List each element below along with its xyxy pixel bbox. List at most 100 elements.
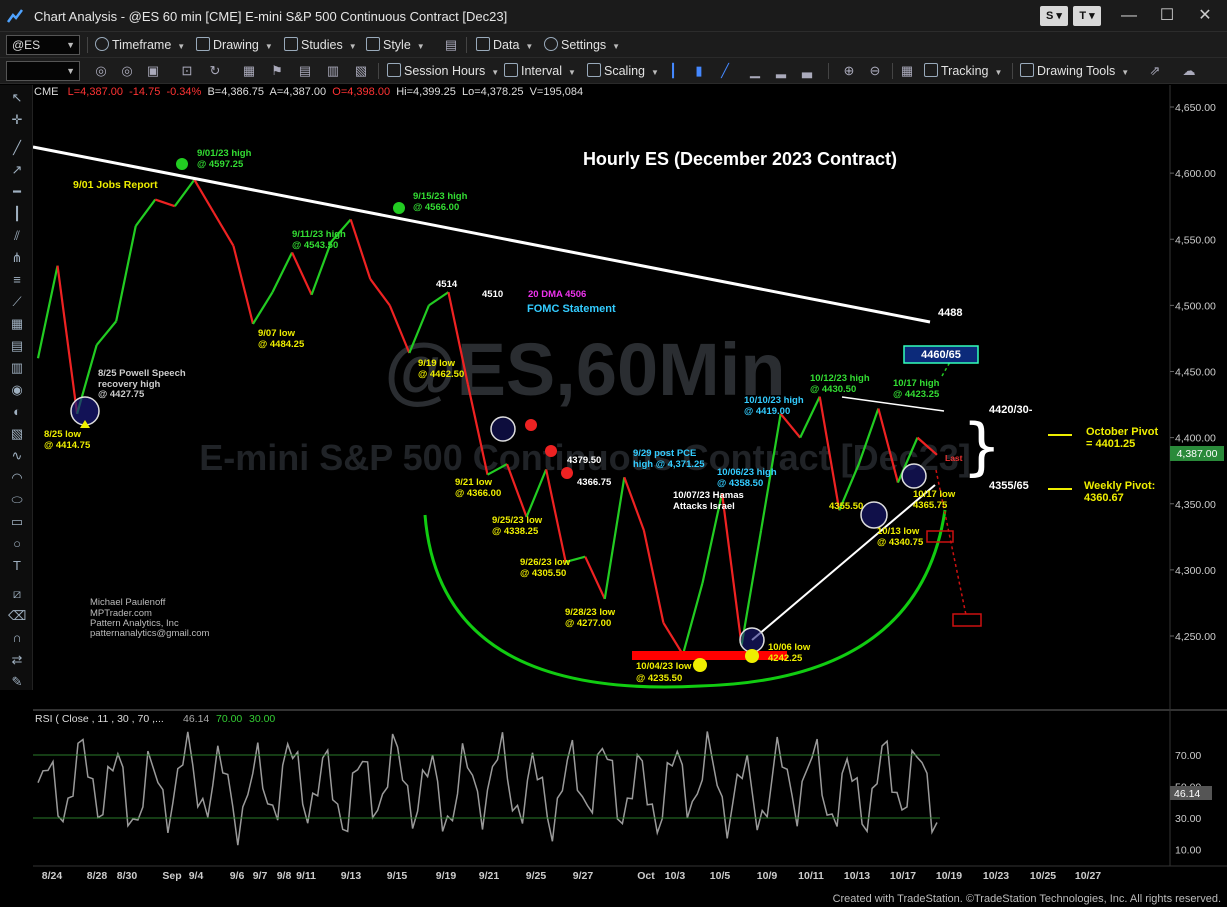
alert-icon[interactable]: ⚑ bbox=[268, 62, 286, 80]
interval-menu[interactable]: Interval ▼ bbox=[504, 62, 576, 80]
vertical-line-icon[interactable]: ┃ bbox=[8, 205, 26, 223]
settings-menu[interactable]: Settings ▼ bbox=[544, 36, 620, 54]
volume-icon[interactable]: ▁ bbox=[746, 62, 764, 80]
drawing-menu[interactable]: Drawing ▼ bbox=[196, 36, 273, 54]
fibonacci-icon[interactable]: ≡ bbox=[8, 271, 26, 289]
arc-icon[interactable]: ◠ bbox=[8, 469, 26, 487]
rectangle-icon[interactable]: ▭ bbox=[8, 513, 26, 531]
settings-label: Settings bbox=[561, 38, 607, 52]
chat-icon[interactable]: ☁ bbox=[1180, 62, 1198, 80]
red-arrow-icon[interactable] bbox=[561, 467, 573, 479]
speed-lines-icon[interactable]: ⟋ bbox=[8, 293, 26, 311]
symbol-input[interactable]: @ES ▼ bbox=[6, 35, 80, 55]
maximize-button[interactable]: ☐ bbox=[1147, 4, 1187, 28]
t-button[interactable]: T ▾ bbox=[1073, 6, 1101, 26]
cycle-icon[interactable]: ∿ bbox=[8, 447, 26, 465]
low-zone-bar[interactable] bbox=[632, 651, 787, 660]
close-button[interactable]: ✕ bbox=[1185, 4, 1225, 28]
grid-icon[interactable]: ▦ bbox=[898, 62, 916, 80]
marker-circle-921[interactable] bbox=[490, 416, 516, 442]
brush-icon[interactable]: ✎ bbox=[8, 673, 26, 691]
rsi-pane[interactable] bbox=[33, 712, 1170, 864]
circle-icon[interactable]: ◎ bbox=[118, 62, 136, 80]
note-1012high-2: @ 4430.50 bbox=[810, 384, 856, 395]
note-1013low-2: @ 4340.75 bbox=[877, 537, 924, 548]
note-1006low-2: 4242.25 bbox=[768, 653, 803, 664]
note-915high-1: 9/15/23 high bbox=[413, 191, 468, 202]
minimize-button[interactable]: — bbox=[1109, 4, 1149, 28]
pencil-icon bbox=[196, 37, 210, 51]
layout-icon[interactable]: ▤ bbox=[442, 36, 460, 54]
date-tick-label: 9/6 bbox=[230, 870, 245, 882]
text-icon[interactable]: T bbox=[8, 557, 26, 575]
fib-extension-icon[interactable]: ▤ bbox=[8, 337, 26, 355]
drawing-tools-menu[interactable]: Drawing Tools ▼ bbox=[1020, 62, 1129, 80]
data-menu[interactable]: Data ▼ bbox=[476, 36, 533, 54]
note-4510: 4510 bbox=[482, 289, 503, 300]
yellow-arrow-icon[interactable] bbox=[693, 658, 707, 672]
timeframe-menu[interactable]: Timeframe ▼ bbox=[95, 36, 185, 54]
red-arrow-icon[interactable] bbox=[525, 419, 537, 431]
andrews-icon[interactable]: ◉ bbox=[8, 381, 26, 399]
crosshair-icon[interactable]: ✛ bbox=[8, 111, 26, 129]
ray-icon[interactable]: ↗ bbox=[8, 161, 26, 179]
eraser-icon[interactable]: ⌫ bbox=[8, 607, 26, 625]
target-label: 4460/65 bbox=[921, 349, 961, 361]
tracking-menu[interactable]: Tracking ▼ bbox=[924, 62, 1002, 80]
gann-icon[interactable]: ▦ bbox=[8, 315, 26, 333]
scaling-icon bbox=[587, 63, 601, 77]
analysis-icon[interactable]: ▧ bbox=[352, 62, 370, 80]
regression-icon[interactable]: ▧ bbox=[8, 425, 26, 443]
pitchfork-icon[interactable]: ⋔ bbox=[8, 249, 26, 267]
chart-canvas[interactable]: @ES,60Min E-mini S&P 500 Continuous Cont… bbox=[0, 0, 1227, 907]
share-icon[interactable]: ⇗ bbox=[1146, 62, 1164, 80]
profile-icon[interactable]: ▃ bbox=[798, 62, 816, 80]
line-style-icon[interactable]: ╱ bbox=[716, 62, 734, 80]
magnet-icon[interactable]: ∩ bbox=[8, 629, 26, 647]
ellipse-icon[interactable]: ⬭ bbox=[8, 491, 26, 509]
arrows-icon[interactable]: ⇄ bbox=[8, 651, 26, 669]
news-icon[interactable]: ▦ bbox=[240, 62, 258, 80]
zoom-out-icon[interactable]: ⊖ bbox=[866, 62, 884, 80]
style-menu[interactable]: Style ▼ bbox=[366, 36, 425, 54]
note-928low-1: 9/28/23 low bbox=[565, 607, 616, 618]
scaling-menu[interactable]: Scaling ▼ bbox=[587, 62, 659, 80]
workspace-select[interactable]: ▼ bbox=[6, 61, 80, 81]
studies-menu[interactable]: Studies ▼ bbox=[284, 36, 357, 54]
trendline-icon[interactable]: ╱ bbox=[8, 139, 26, 157]
histogram-icon[interactable]: ▂ bbox=[772, 62, 790, 80]
yellow-arrow-icon[interactable] bbox=[745, 649, 759, 663]
studies-label: Studies bbox=[301, 38, 343, 52]
circle-icon[interactable]: ○ bbox=[8, 535, 26, 553]
pointer-icon[interactable]: ↖ bbox=[8, 89, 26, 107]
refresh-icon[interactable]: ↻ bbox=[206, 62, 224, 80]
s-button[interactable]: S ▾ bbox=[1040, 6, 1068, 26]
horizontal-line-icon[interactable]: ━ bbox=[8, 183, 26, 201]
date-tick-label: 10/9 bbox=[757, 870, 778, 882]
matrix-icon[interactable]: ▥ bbox=[324, 62, 342, 80]
order-icon[interactable]: ▤ bbox=[296, 62, 314, 80]
marker-circle-1013[interactable] bbox=[860, 501, 888, 529]
date-tick-label: 10/17 bbox=[890, 870, 916, 882]
candle-style-icon[interactable]: ▮ bbox=[690, 62, 708, 80]
bar-style-icon[interactable]: ┃ bbox=[664, 62, 682, 80]
chevron-down-icon: ▼ bbox=[651, 68, 659, 77]
session-hours-menu[interactable]: Session Hours ▼ bbox=[387, 62, 499, 80]
green-arrow-icon[interactable] bbox=[176, 158, 188, 170]
separator bbox=[828, 63, 829, 79]
red-arrow-icon[interactable] bbox=[545, 445, 557, 457]
quote-header: CME L=4,387.00 -14.75 -0.34% B=4,386.75 … bbox=[34, 86, 583, 98]
spiral-icon[interactable]: ◐ bbox=[8, 403, 26, 421]
channel-icon[interactable]: ⫽ bbox=[8, 227, 26, 245]
circle-icon[interactable]: ◎ bbox=[92, 62, 110, 80]
marker-circle-1006[interactable] bbox=[739, 627, 765, 653]
gear-icon bbox=[544, 37, 558, 51]
zoom-in-icon[interactable]: ⊕ bbox=[840, 62, 858, 80]
fib-time-icon[interactable]: ▥ bbox=[8, 359, 26, 377]
marker-circle-1017[interactable] bbox=[901, 463, 927, 489]
zoom-icon[interactable]: ⊡ bbox=[178, 62, 196, 80]
ruler-icon[interactable]: ⧄ bbox=[8, 585, 26, 603]
note-pce-1: 9/29 post PCE bbox=[633, 448, 696, 459]
window-icon[interactable]: ▣ bbox=[144, 62, 162, 80]
green-arrow-icon[interactable] bbox=[393, 202, 405, 214]
